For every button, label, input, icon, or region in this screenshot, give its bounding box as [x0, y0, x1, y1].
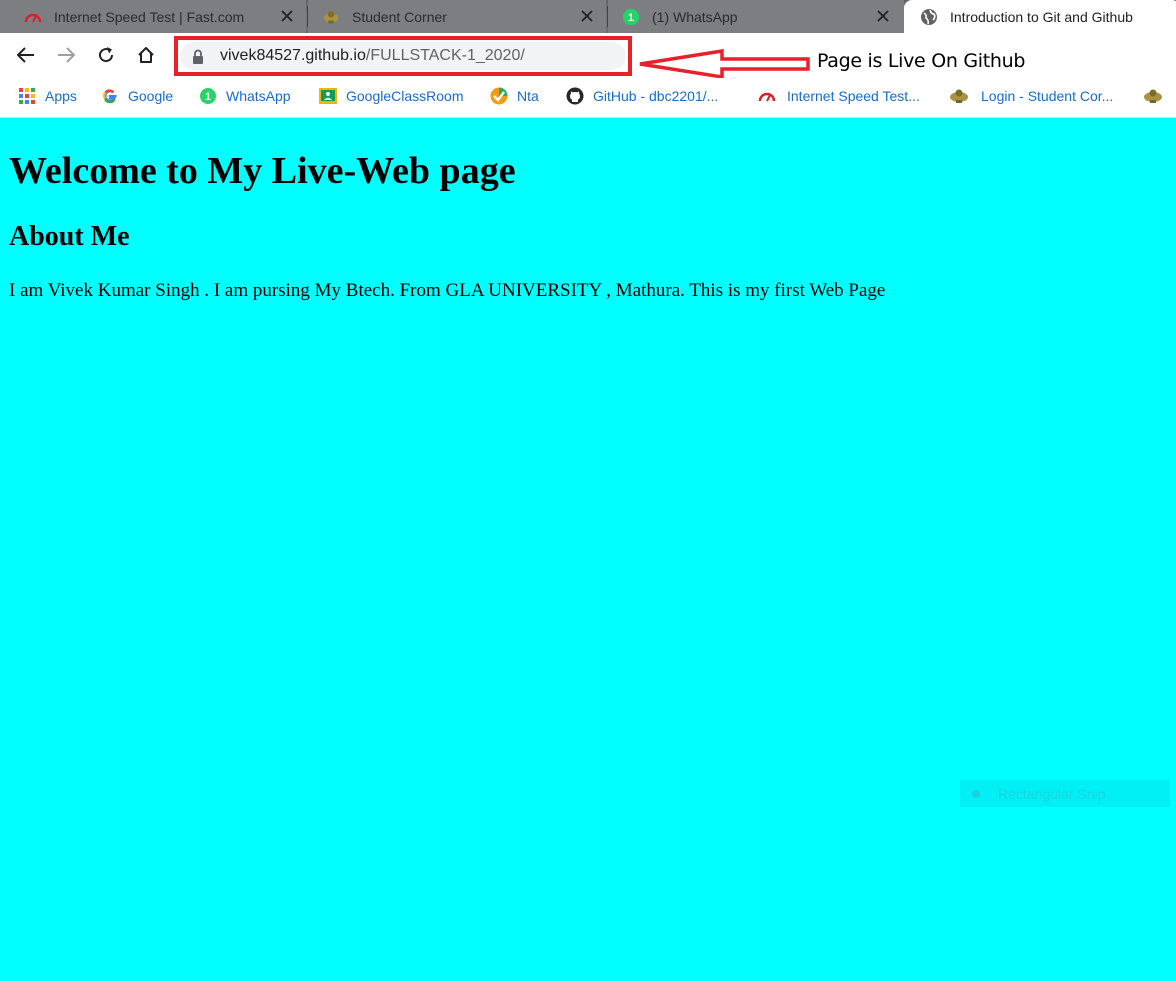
- page-heading: Welcome to My Live-Web page: [9, 150, 516, 192]
- annotation-label: Page is Live On Github: [817, 50, 1026, 72]
- browser-toolbar: vivek84527.github.io/FULLSTACK-1_2020/ P…: [0, 33, 1176, 80]
- address-bar[interactable]: vivek84527.github.io/FULLSTACK-1_2020/: [174, 36, 632, 76]
- bookmark-googleclassroom[interactable]: GoogleClassRoom: [319, 86, 464, 106]
- bookmark-overflow[interactable]: [1142, 86, 1173, 106]
- tab-title: Internet Speed Test | Fast.com: [54, 8, 245, 25]
- emblem-icon: [948, 87, 970, 105]
- snip-label: Rectangular Snip: [998, 785, 1106, 802]
- svg-text:1: 1: [628, 12, 634, 24]
- bookmark-internet-speed-test[interactable]: Internet Speed Test...: [758, 86, 920, 106]
- bookmark-label: Google: [128, 88, 174, 104]
- about-me-heading: About Me: [9, 221, 130, 252]
- tab-title: Introduction to Git and Github: [950, 8, 1133, 25]
- bookmark-login-student-corner[interactable]: Login - Student Cor...: [948, 86, 1113, 106]
- bookmark-label: GitHub - dbc2201/...: [593, 88, 719, 104]
- google-icon: [101, 87, 119, 105]
- whatsapp-icon: 1: [622, 8, 640, 26]
- url-host: vivek84527.github.io: [220, 47, 366, 64]
- classroom-icon: [319, 87, 337, 105]
- nta-icon: [490, 87, 508, 105]
- bookmark-label: Internet Speed Test...: [787, 88, 920, 104]
- bookmark-label: Login - Student Cor...: [981, 88, 1114, 104]
- about-me-paragraph: I am Vivek Kumar Singh . I am pursing My…: [9, 280, 886, 301]
- apps-grid-icon: [18, 87, 36, 105]
- bookmark-github[interactable]: GitHub - dbc2201/...: [566, 86, 718, 106]
- back-arrow-icon[interactable]: [12, 41, 40, 69]
- forward-arrow-icon[interactable]: [52, 41, 80, 69]
- svg-text:1: 1: [205, 91, 211, 103]
- emblem-icon: [322, 8, 340, 26]
- close-tab-icon[interactable]: [578, 7, 596, 25]
- speedometer-icon: [24, 8, 42, 26]
- bookmark-label: Nta: [517, 88, 539, 104]
- tab-whatsapp[interactable]: 1 (1) WhatsApp: [608, 0, 904, 33]
- bookmark-label: GoogleClassRoom: [346, 88, 464, 104]
- lock-icon[interactable]: [192, 48, 206, 64]
- tab-title: Student Corner: [352, 8, 447, 25]
- globe-icon: [920, 8, 938, 26]
- snip-indicator-icon: [972, 789, 980, 798]
- emblem-icon: [1142, 87, 1164, 105]
- rectangular-snip-toast[interactable]: Rectangular Snip: [960, 780, 1170, 807]
- bookmarks-bar: Apps Google 1 WhatsApp GoogleClassRoom N…: [0, 78, 1176, 118]
- bookmark-label: WhatsApp: [226, 88, 291, 104]
- bookmark-nta[interactable]: Nta: [490, 86, 539, 106]
- url-path: /FULLSTACK-1_2020/: [365, 47, 525, 64]
- tab-fast-com[interactable]: Internet Speed Test | Fast.com: [0, 0, 306, 33]
- bookmark-apps[interactable]: Apps: [18, 86, 77, 106]
- tab-strip: Internet Speed Test | Fast.com Student C…: [0, 0, 1176, 33]
- whatsapp-icon: 1: [199, 87, 217, 105]
- web-page-content: Welcome to My Live-Web page About Me I a…: [0, 119, 1176, 981]
- home-icon[interactable]: [132, 41, 160, 69]
- tab-git-github[interactable]: Introduction to Git and Github: [904, 0, 1176, 33]
- address-bar-inner: vivek84527.github.io/FULLSTACK-1_2020/: [180, 42, 626, 70]
- bookmark-whatsapp[interactable]: 1 WhatsApp: [199, 86, 291, 106]
- close-tab-icon[interactable]: [874, 7, 892, 25]
- close-tab-icon[interactable]: [278, 7, 296, 25]
- speedometer-icon: [758, 87, 776, 105]
- red-arrow-annotation: [639, 49, 810, 80]
- tab-student-corner[interactable]: Student Corner: [308, 0, 606, 33]
- bookmark-label: Apps: [45, 88, 77, 104]
- bookmark-google[interactable]: Google: [101, 86, 173, 106]
- url-text[interactable]: vivek84527.github.io/FULLSTACK-1_2020/: [220, 47, 525, 65]
- reload-icon[interactable]: [92, 41, 120, 69]
- tab-title: (1) WhatsApp: [652, 8, 738, 25]
- github-icon: [566, 87, 584, 105]
